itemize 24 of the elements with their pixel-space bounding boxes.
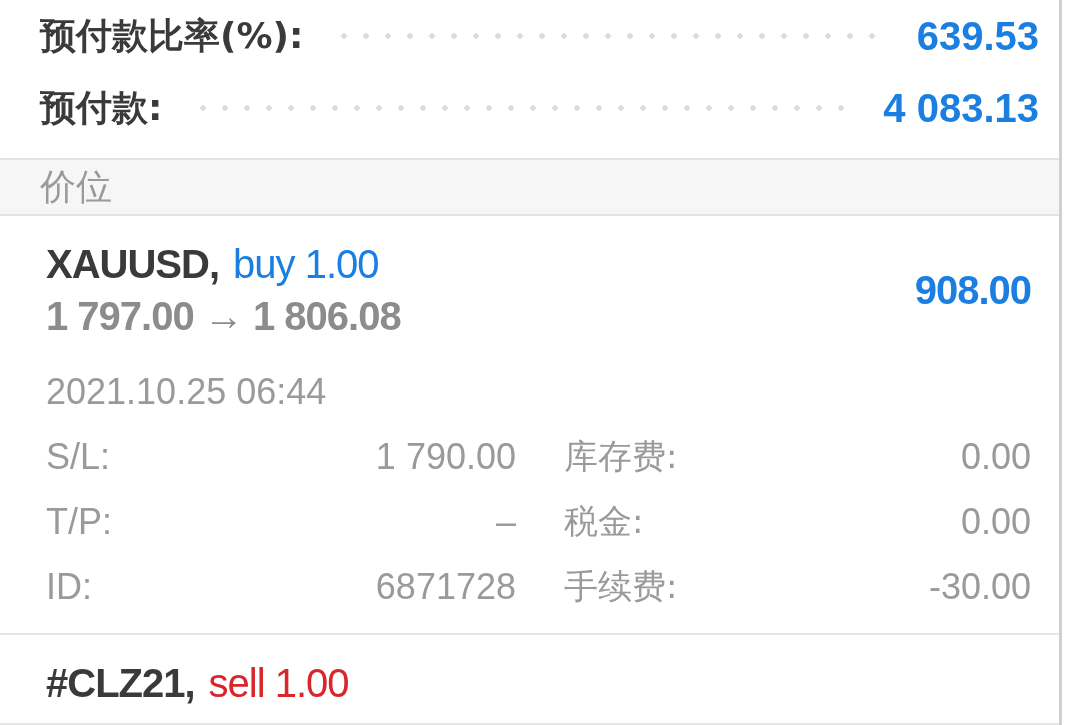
field-value: 0.00 [959, 434, 1031, 479]
symbol: XAUUSD, [46, 241, 220, 288]
summary-label: 预付款比率(%): [40, 14, 304, 58]
field-label: 库存费: [564, 435, 678, 478]
field-value: 1 790.00 [374, 434, 516, 479]
order-type: sell 1.00 [208, 660, 349, 707]
field-value: – [494, 499, 516, 544]
summary-value: 4 083.13 [883, 85, 1039, 132]
field-value: 0.00 [959, 499, 1031, 544]
price-change: 1 797.00 → 1 806.08 [46, 293, 401, 340]
field-value: -30.00 [927, 564, 1031, 609]
field-label: 税金: [564, 500, 644, 543]
open-time: 2021.10.25 06:44 [46, 370, 328, 414]
section-title: 价位 [40, 165, 112, 209]
field-label: S/L: [46, 434, 112, 479]
profit: 908.00 [914, 267, 1031, 314]
symbol: #CLZ21, [46, 660, 195, 707]
summary-label: 预付款: [40, 86, 163, 130]
field-label: T/P: [46, 499, 113, 544]
summary-value: 639.53 [916, 13, 1039, 60]
order-type: buy 1.00 [233, 241, 379, 288]
field-label: ID: [46, 564, 93, 609]
field-value: 6871728 [374, 564, 516, 609]
field-label: 手续费: [564, 565, 678, 608]
